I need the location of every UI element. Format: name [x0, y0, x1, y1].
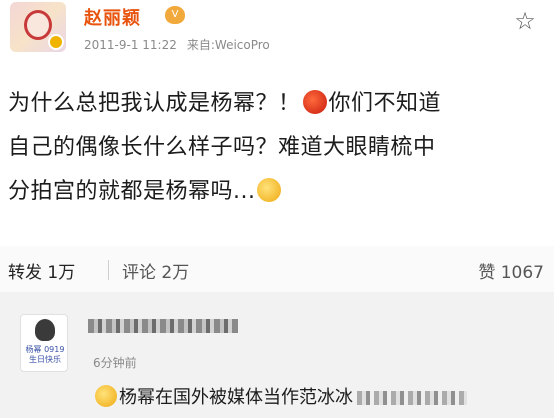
commenter-name[interactable] [88, 316, 238, 334]
content-line-1: 为什么总把我认成是杨幂？！ 你们不知道 [8, 82, 544, 126]
repost-label: 转发 [8, 263, 42, 283]
comment-time: 6分钟前 [93, 356, 137, 370]
repost-count: 1万 [47, 263, 76, 283]
avatar-face [24, 10, 52, 40]
vip-icon: V [165, 6, 185, 24]
user-avatar[interactable] [10, 2, 66, 52]
blurred-text [357, 391, 467, 405]
comment-count: 2万 [161, 263, 190, 283]
repost-button[interactable]: 转发 1万 [8, 258, 75, 283]
post-content: 为什么总把我认成是杨幂？！ 你们不知道 自己的偶像长什么样子吗？难道大眼睛梳中 分… [8, 82, 544, 214]
post-meta: 2011-9-1 11:22 来自:WeicoPro [84, 36, 270, 53]
like-count: 1067 [500, 263, 544, 283]
like-button[interactable]: 赞 1067 [478, 258, 544, 283]
like-label: 赞 [478, 263, 496, 283]
commenter-avatar[interactable]: 杨幂 0919 生日快乐 [20, 314, 68, 372]
content-text-1a: 为什么总把我认成是杨幂？！ [8, 91, 301, 116]
favorite-star-icon[interactable]: ☆ [512, 8, 538, 34]
content-line-2: 自己的偶像长什么样子吗？难道大眼睛梳中 [8, 135, 436, 160]
comment-text-row: 杨幂在国外被媒体当作范冰冰 [93, 383, 467, 409]
post-source[interactable]: 来自:WeicoPro [187, 38, 270, 52]
smile-emoji-icon [95, 385, 117, 407]
angry-emoji-icon [302, 90, 327, 114]
comment-label: 评论 [122, 263, 156, 283]
avatar-figure [35, 319, 55, 341]
content-text-1b: 你们不知道 [328, 91, 442, 116]
post-timestamp: 2011-9-1 11:22 [84, 38, 177, 52]
verified-badge-icon [48, 34, 64, 50]
action-separator [108, 260, 109, 280]
post-username[interactable]: 赵丽颖 [84, 4, 141, 30]
blurred-username [88, 318, 238, 333]
comment-item: 杨幂 0919 生日快乐 6分钟前 杨幂在国外被媒体当作范冰冰 [0, 292, 554, 418]
content-text-3: 分拍宫的就都是杨幂吗... [8, 179, 256, 204]
comment-text: 杨幂在国外被媒体当作范冰冰 [119, 387, 353, 408]
crying-emoji-icon [257, 178, 282, 202]
weibo-post: 赵丽颖 V 2011-9-1 11:22 来自:WeicoPro ☆ 为什么总把我… [0, 0, 554, 246]
action-bar: 转发 1万 评论 2万 赞 1067 [0, 246, 554, 292]
comment-button[interactable]: 评论 2万 [122, 258, 189, 283]
content-line-3: 分拍宫的就都是杨幂吗... [8, 170, 544, 214]
avatar-caption: 杨幂 0919 生日快乐 [25, 345, 65, 364]
